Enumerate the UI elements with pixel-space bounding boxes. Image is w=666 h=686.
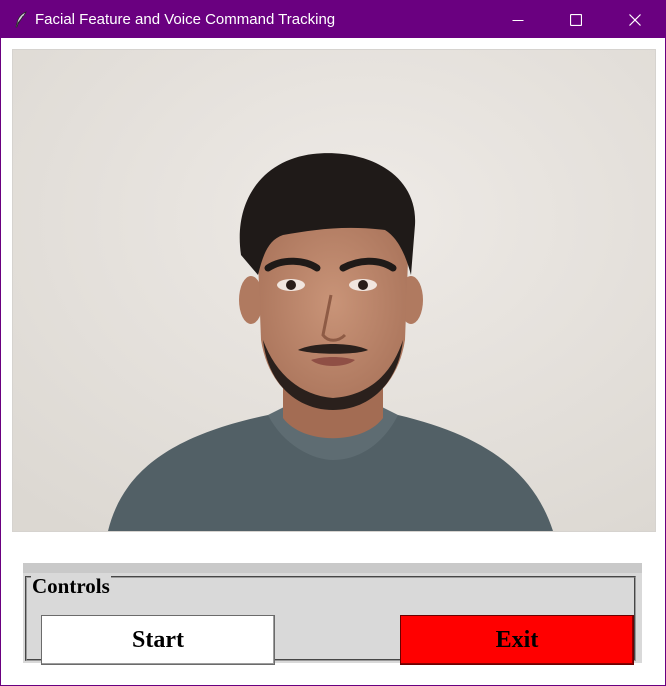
minimize-icon [512, 19, 524, 21]
start-button[interactable]: Start [41, 615, 275, 665]
controls-legend: Controls [31, 574, 111, 598]
title-bar[interactable]: Facial Feature and Voice Command Trackin… [1, 1, 665, 38]
maximize-button[interactable] [547, 1, 605, 38]
feather-icon [15, 11, 27, 28]
exit-button[interactable]: Exit [400, 615, 634, 665]
minimize-button[interactable] [489, 1, 547, 38]
app-window: Facial Feature and Voice Command Trackin… [0, 0, 666, 686]
maximize-icon [570, 13, 582, 26]
close-icon [629, 13, 641, 26]
close-button[interactable] [606, 1, 664, 38]
camera-feed [12, 49, 656, 532]
controls-panel: Start Exit Controls [23, 563, 642, 665]
window-title: Facial Feature and Voice Command Trackin… [35, 11, 336, 28]
controls-frame: Start Exit [25, 576, 636, 665]
camera-frame-image [13, 50, 655, 531]
